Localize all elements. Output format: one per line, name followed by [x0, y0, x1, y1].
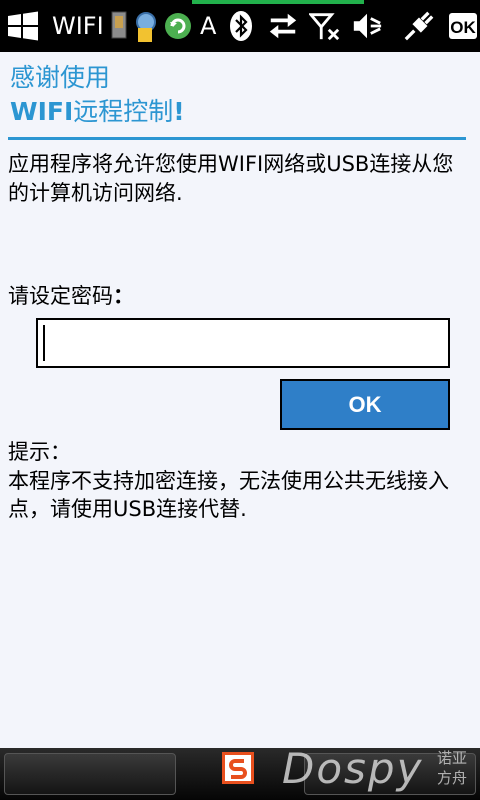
description-text: 应用程序将允许您使用WIFI网络或USB连接从您的计算机访问网络.: [8, 152, 454, 205]
volume-muted-icon[interactable]: [350, 10, 384, 42]
watermark-cn-text: 诺亚方舟: [436, 749, 467, 787]
welcome-header: 感谢使用 WIFI远程控制!: [10, 62, 470, 130]
welcome-line-2: WIFI远程控制!: [10, 94, 470, 130]
signal-strength-bar: [192, 0, 364, 4]
hint-title: 提示：: [8, 440, 71, 464]
header-divider: [8, 137, 466, 140]
bluetooth-icon[interactable]: [228, 10, 254, 42]
sogou-ime-icon[interactable]: [222, 752, 254, 784]
power-plug-icon[interactable]: [402, 10, 436, 42]
app-title-tail: A: [200, 12, 217, 40]
password-label-text: 请设定密码: [8, 284, 113, 308]
password-label: 请设定密码：: [8, 282, 134, 311]
left-softkey[interactable]: [4, 753, 176, 795]
sync-arrows-icon[interactable]: [266, 10, 300, 42]
welcome-app-name: 远程控制: [73, 97, 174, 126]
app-tray-icon[interactable]: [110, 8, 202, 44]
app-title: WIFI: [52, 12, 104, 40]
welcome-line-1: 感谢使用: [10, 63, 111, 92]
windows-start-icon[interactable]: [6, 11, 40, 41]
password-label-colon: ：: [113, 284, 134, 308]
welcome-wifi: WIFI: [10, 97, 74, 126]
password-input[interactable]: [36, 318, 450, 368]
hint-body: 本程序不支持加密连接，无法使用公共无线接入点，请使用USB连接代替.: [8, 469, 449, 521]
status-bar: WIFI A OK: [0, 0, 480, 52]
ok-button[interactable]: OK: [280, 379, 450, 430]
ok-icon-label: OK: [450, 18, 476, 37]
text-caret: [43, 325, 45, 361]
watermark-logo: Dospy: [282, 744, 424, 793]
no-signal-icon[interactable]: [308, 10, 342, 42]
ok-icon[interactable]: OK: [448, 10, 478, 42]
welcome-exclaim: !: [173, 97, 185, 126]
